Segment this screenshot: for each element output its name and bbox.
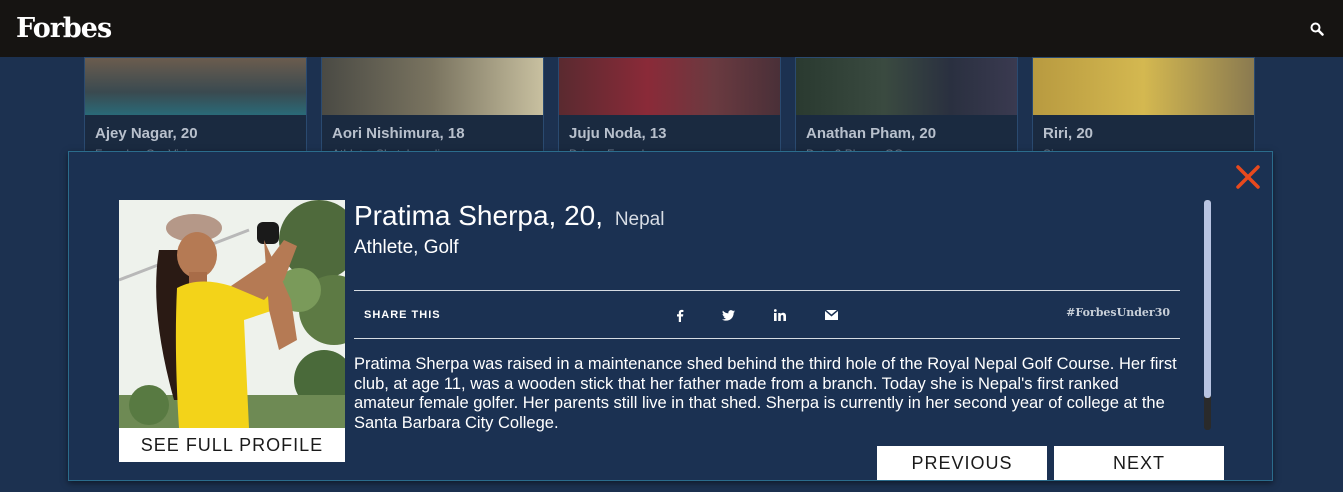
close-icon[interactable]	[1235, 164, 1261, 190]
profile-card-photo	[559, 58, 780, 115]
twitter-icon[interactable]	[720, 307, 736, 323]
hashtag[interactable]: #ForbesUnder30	[1066, 306, 1170, 319]
email-icon[interactable]	[823, 307, 839, 323]
profile-country: Nepal	[614, 209, 665, 230]
linkedin-icon[interactable]	[772, 307, 788, 323]
next-button[interactable]: NEXT	[1054, 446, 1224, 480]
profile-card-name: Aori Nishimura, 18	[332, 125, 465, 142]
bio-scrollbar[interactable]	[1204, 200, 1211, 430]
profile-card[interactable]: Ajey Nagar, 20 Founder, OneVision	[84, 57, 307, 157]
profile-bio: Pratima Sherpa was raised in a maintenan…	[354, 355, 1177, 432]
divider-top	[354, 290, 1180, 291]
profile-role: Athlete, Golf	[354, 237, 459, 258]
profile-card-photo	[1033, 58, 1254, 115]
see-full-profile-button[interactable]: SEE FULL PROFILE	[119, 428, 345, 462]
divider-bottom	[354, 338, 1180, 339]
profile-modal: SEE FULL PROFILE Pratima Sherpa, 20, Nep…	[68, 151, 1273, 481]
profile-name: Pratima Sherpa, 20,	[354, 200, 604, 231]
profile-card-photo	[322, 58, 543, 115]
profile-heading: Pratima Sherpa, 20, Nepal	[354, 200, 664, 232]
profile-card-photo	[85, 58, 306, 115]
forbes-logo[interactable]: Forbes	[16, 13, 112, 44]
profile-card-photo	[796, 58, 1017, 115]
profile-card[interactable]: Riri, 20 Singer	[1032, 57, 1255, 157]
profile-card-name: Ajey Nagar, 20	[95, 125, 198, 142]
profile-card[interactable]: Juju Noda, 13 Driver, Formula	[558, 57, 781, 157]
profile-photo	[119, 200, 345, 428]
previous-button[interactable]: PREVIOUS	[877, 446, 1047, 480]
profile-card[interactable]: Aori Nishimura, 18 Athlete, Skateboardin…	[321, 57, 544, 157]
facebook-icon[interactable]	[672, 307, 688, 323]
top-bar: Forbes	[0, 0, 1343, 57]
profile-card-name: Anathan Pham, 20	[806, 125, 937, 142]
share-label: SHARE THIS	[364, 309, 441, 321]
profile-card[interactable]: Anathan Pham, 20 Dota 2 Player, OG	[795, 57, 1018, 157]
search-icon[interactable]	[1307, 19, 1327, 39]
share-row: SHARE THIS #ForbesUnder30	[354, 292, 1180, 338]
profile-card-name: Juju Noda, 13	[569, 125, 667, 142]
profile-card-name: Riri, 20	[1043, 125, 1094, 142]
profile-grid: Ajey Nagar, 20 Founder, OneVision Aori N…	[84, 57, 1256, 157]
scrollbar-thumb[interactable]	[1204, 200, 1211, 398]
